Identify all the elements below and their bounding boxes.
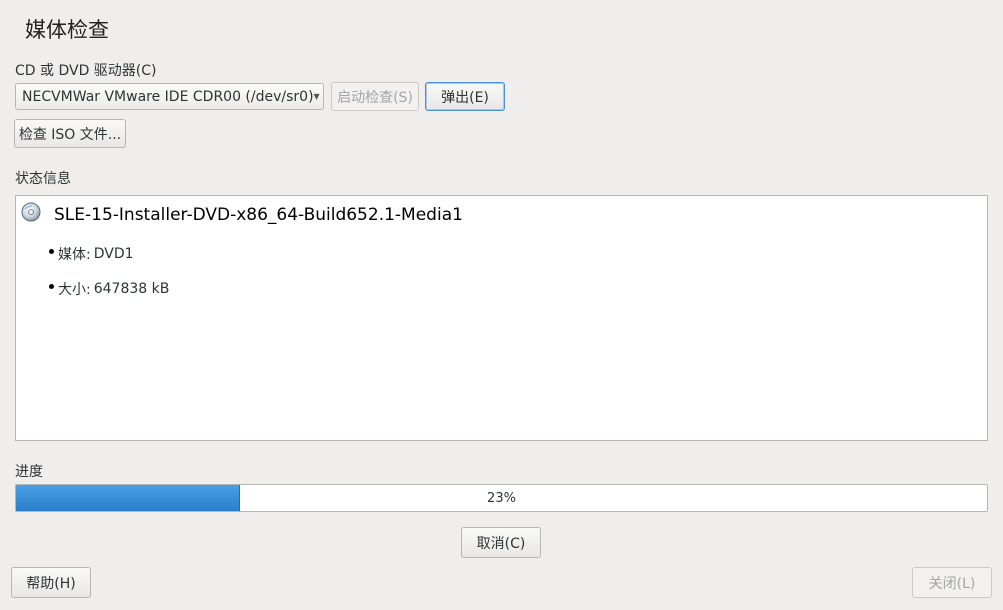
drive-label: CD 或 DVD 驱动器(C) xyxy=(15,63,157,79)
disc-icon xyxy=(21,202,41,222)
progress-bar: 23% xyxy=(15,484,988,512)
page-title: 媒体检查 xyxy=(25,18,109,42)
progress-section-label: 进度 xyxy=(15,464,43,480)
drive-select[interactable]: NECVMWar VMware IDE CDR00 (/dev/sr0) ▼ xyxy=(15,83,324,110)
media-type-value: DVD1 xyxy=(93,246,134,262)
media-title: SLE-15-Installer-DVD-x86_64-Build652.1-M… xyxy=(54,205,463,225)
progress-percent-text: 23% xyxy=(487,490,516,506)
bullet-icon xyxy=(49,283,54,289)
chevron-down-icon: ▼ xyxy=(313,92,320,101)
help-button[interactable]: 帮助(H) xyxy=(11,567,91,598)
start-check-button[interactable]: 启动检查(S) xyxy=(331,82,419,111)
cancel-button[interactable]: 取消(C) xyxy=(461,527,541,558)
eject-button[interactable]: 弹出(E) xyxy=(425,82,505,111)
media-size-value: 647838 kB xyxy=(93,281,170,297)
media-type-label: 媒体: xyxy=(58,247,91,263)
status-section-label: 状态信息 xyxy=(15,171,71,187)
bullet-icon xyxy=(49,248,54,254)
list-item: 媒体: DVD1 xyxy=(49,244,134,264)
close-button[interactable]: 关闭(L) xyxy=(912,567,992,598)
media-size-label: 大小: xyxy=(58,282,91,298)
list-item: 大小: 647838 kB xyxy=(49,279,169,299)
status-info-panel: SLE-15-Installer-DVD-x86_64-Build652.1-M… xyxy=(15,195,988,441)
drive-select-value: NECVMWar VMware IDE CDR00 (/dev/sr0) xyxy=(22,88,314,105)
check-iso-button[interactable]: 检查 ISO 文件... xyxy=(14,119,126,148)
